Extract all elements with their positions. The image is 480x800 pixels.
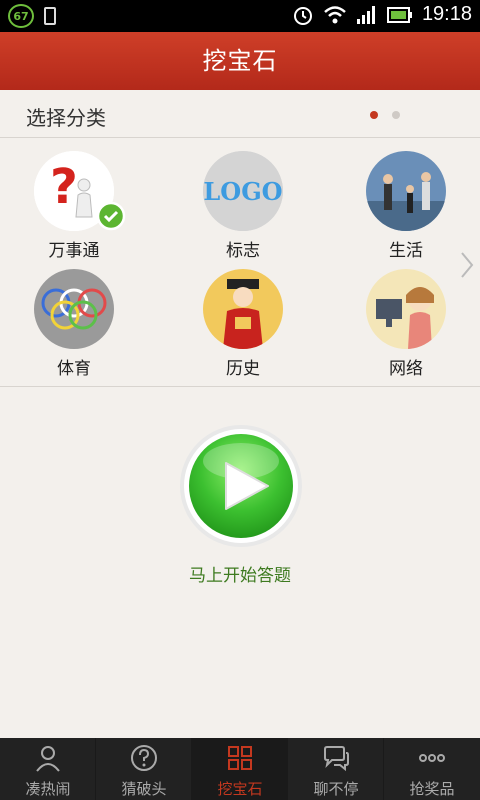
category-header-title: 选择分类 (26, 106, 106, 130)
bottom-nav: 凑热闹 猜破头 挖宝石 聊不停 抢奖品 (0, 738, 480, 800)
more-dots-icon (419, 754, 445, 762)
category-item-wanshitong[interactable]: ? 万事通 (14, 139, 134, 261)
nav-label: 聊不停 (313, 780, 359, 798)
chevron-right-icon[interactable] (460, 251, 474, 279)
signal-icon (356, 5, 375, 24)
category-item-tiyu[interactable]: 体育 (14, 257, 134, 379)
play-icon (180, 425, 302, 547)
logo-icon: LOGO (203, 151, 283, 231)
category-label: 网络 (389, 359, 423, 379)
category-item-wangluo[interactable]: 网络 (346, 257, 466, 379)
page-indicator (370, 111, 400, 119)
family-photo-icon (366, 151, 446, 231)
emperor-icon (203, 269, 283, 349)
wifi-icon (324, 5, 346, 23)
badge-67-icon: 67 (8, 4, 34, 28)
category-item-biaozhi[interactable]: LOGO 标志 (183, 139, 303, 261)
nav-item-couredao[interactable]: 凑热闹 (0, 738, 96, 800)
status-bar: 67 19:18 (0, 0, 480, 32)
check-badge-icon (96, 201, 126, 231)
nav-label: 挖宝石 (217, 780, 263, 798)
person-icon (36, 746, 60, 772)
chat-icon (324, 746, 349, 772)
battery-icon (386, 6, 412, 23)
question-circle-icon (131, 745, 157, 771)
nav-label: 抢奖品 (409, 780, 455, 798)
category-label: 体育 (57, 359, 91, 379)
computer-girl-icon (366, 269, 446, 349)
start-label[interactable]: 马上开始答题 (0, 561, 480, 586)
page-dot-active (370, 111, 378, 119)
category-item-lishi[interactable]: 历史 (183, 257, 303, 379)
category-grid: ? 万事通 LOGO 标志 生活 体育 历史 网络 (0, 139, 480, 387)
start-play-button[interactable] (178, 423, 304, 549)
clock: 19:18 (421, 3, 472, 25)
nav-label: 猜破头 (121, 780, 167, 798)
page-title: 挖宝石 (202, 47, 278, 75)
category-header: 选择分类 (0, 90, 480, 138)
nav-label: 凑热闹 (25, 780, 71, 798)
olympic-rings-icon (34, 269, 114, 349)
nav-item-caipotou[interactable]: 猜破头 (96, 738, 192, 800)
title-bar: 挖宝石 (0, 32, 480, 90)
page-dot (392, 111, 400, 119)
nav-item-wabaoshi[interactable]: 挖宝石 (192, 738, 288, 800)
grid-icon (228, 746, 252, 770)
category-label: 历史 (226, 359, 260, 379)
nav-item-liaobuting[interactable]: 聊不停 (288, 738, 384, 800)
svg-text:LOGO: LOGO (203, 177, 282, 206)
category-item-shenghuo[interactable]: 生活 (346, 139, 466, 261)
svg-text:?: ? (50, 159, 78, 215)
phone-icon (44, 7, 56, 25)
alarm-icon (293, 6, 312, 25)
nav-item-qiangjiangpin[interactable]: 抢奖品 (384, 738, 480, 800)
